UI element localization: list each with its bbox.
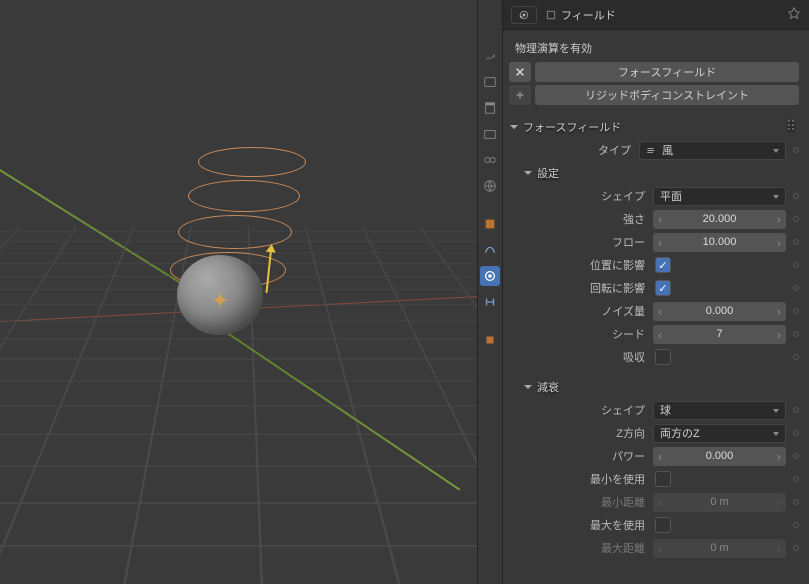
seed-input[interactable]: 7 [653,325,786,344]
remove-forcefield-button[interactable] [509,62,531,82]
rigid-body-enable-icon[interactable] [509,85,531,105]
power-input[interactable]: 0.000 [653,447,786,466]
data-tab-icon[interactable] [480,330,500,350]
flow-label: フロー [523,234,653,250]
shape-select[interactable]: 平面 [653,187,786,206]
constraint-tab-icon[interactable] [480,292,500,312]
zdir-value: 両方のZ [660,425,700,441]
world-tab-icon[interactable] [480,176,500,196]
context-dropdown[interactable] [511,6,537,24]
falloff-subheader[interactable]: 減衰 [523,376,799,398]
strength-label: 強さ [523,211,653,227]
scene-tab-icon[interactable] [480,150,500,170]
viewport-3d[interactable] [0,0,477,584]
view-tab-icon[interactable] [480,124,500,144]
settings-title: 設定 [537,165,559,181]
forcefield-title: フォースフィールド [523,119,621,135]
origin-gizmo [208,290,236,318]
affect-location-checkbox[interactable] [655,257,671,273]
keyframe-dot[interactable] [793,216,799,222]
keyframe-dot[interactable] [793,476,799,482]
use-min-label: 最小を使用 [523,471,653,487]
keyframe-dot[interactable] [793,239,799,245]
type-value: 風 [662,142,673,158]
properties-tabs [477,0,503,584]
noise-label: ノイズ量 [523,303,653,319]
use-min-checkbox[interactable] [655,471,671,487]
flow-value: 10.000 [703,236,737,248]
min-dist-input: 0 m [653,493,786,512]
panel-menu-icon[interactable]: ⠿ [786,118,799,135]
keyframe-dot[interactable] [793,430,799,436]
keyframe-dot[interactable] [793,354,799,360]
modifier-tab-icon[interactable] [480,240,500,260]
render-tab-icon[interactable] [480,72,500,92]
seed-label: シード [523,326,653,342]
absorption-label: 吸収 [523,349,653,365]
keyframe-dot[interactable] [793,331,799,337]
flow-input[interactable]: 10.000 [653,233,786,252]
wind-ring [188,180,300,212]
pin-icon[interactable] [787,6,801,23]
settings-subheader[interactable]: 設定 [523,162,799,184]
strength-input[interactable]: 20.000 [653,210,786,229]
zdir-select[interactable]: 両方のZ [653,424,786,443]
shape-label: シェイプ [523,188,653,204]
affect-rotation-label: 回転に影響 [523,280,653,296]
falloff-shape-label: シェイプ [523,402,653,418]
keyframe-dot[interactable] [793,499,799,505]
noise-value: 0.000 [706,305,734,317]
absorption-checkbox[interactable] [655,349,671,365]
properties-panel: フィールド 物理演算を有効 フォースフィールド リジッドボディコンストレイント … [503,0,809,584]
zdir-label: Z方向 [523,425,653,441]
affect-rotation-checkbox[interactable] [655,280,671,296]
keyframe-dot[interactable] [793,262,799,268]
use-max-label: 最大を使用 [523,517,653,533]
context-name: フィールド [545,7,616,23]
use-max-checkbox[interactable] [655,517,671,533]
keyframe-dot[interactable] [793,522,799,528]
rigid-body-constraint-button[interactable]: リジッドボディコンストレイント [535,85,799,105]
forcefield-panel-header[interactable]: フォースフィールド ⠿ [509,115,799,138]
keyframe-dot[interactable] [793,453,799,459]
type-select[interactable]: 風 [639,141,786,160]
keyframe-dot[interactable] [793,193,799,199]
max-dist-value: 0 m [710,542,728,554]
power-value: 0.000 [706,450,734,462]
type-label: タイプ [509,142,639,158]
strength-value: 20.000 [703,213,737,225]
shape-value: 平面 [660,188,682,204]
falloff-shape-value: 球 [660,402,671,418]
keyframe-dot[interactable] [793,285,799,291]
min-dist-label: 最小距離 [523,494,653,510]
affect-location-label: 位置に影響 [523,257,653,273]
keyframe-dot[interactable] [793,545,799,551]
wind-ring [198,147,306,177]
keyframe-dot[interactable] [793,308,799,314]
context-label: フィールド [561,7,616,23]
output-tab-icon[interactable] [480,98,500,118]
power-label: パワー [523,448,653,464]
physics-enable-title: 物理演算を有効 [509,36,799,62]
max-dist-label: 最大距離 [523,540,653,556]
keyframe-dot[interactable] [793,407,799,413]
panel-header: フィールド [503,0,809,30]
min-dist-value: 0 m [710,496,728,508]
falloff-shape-select[interactable]: 球 [653,401,786,420]
keyframe-dot[interactable] [793,147,799,153]
object-tab-icon[interactable] [480,214,500,234]
force-field-button[interactable]: フォースフィールド [535,62,799,82]
seed-value: 7 [716,328,722,340]
max-dist-input: 0 m [653,539,786,558]
falloff-title: 減衰 [537,379,559,395]
noise-input[interactable]: 0.000 [653,302,786,321]
physics-tab-icon[interactable] [480,266,500,286]
tool-tab-icon[interactable] [480,46,500,66]
